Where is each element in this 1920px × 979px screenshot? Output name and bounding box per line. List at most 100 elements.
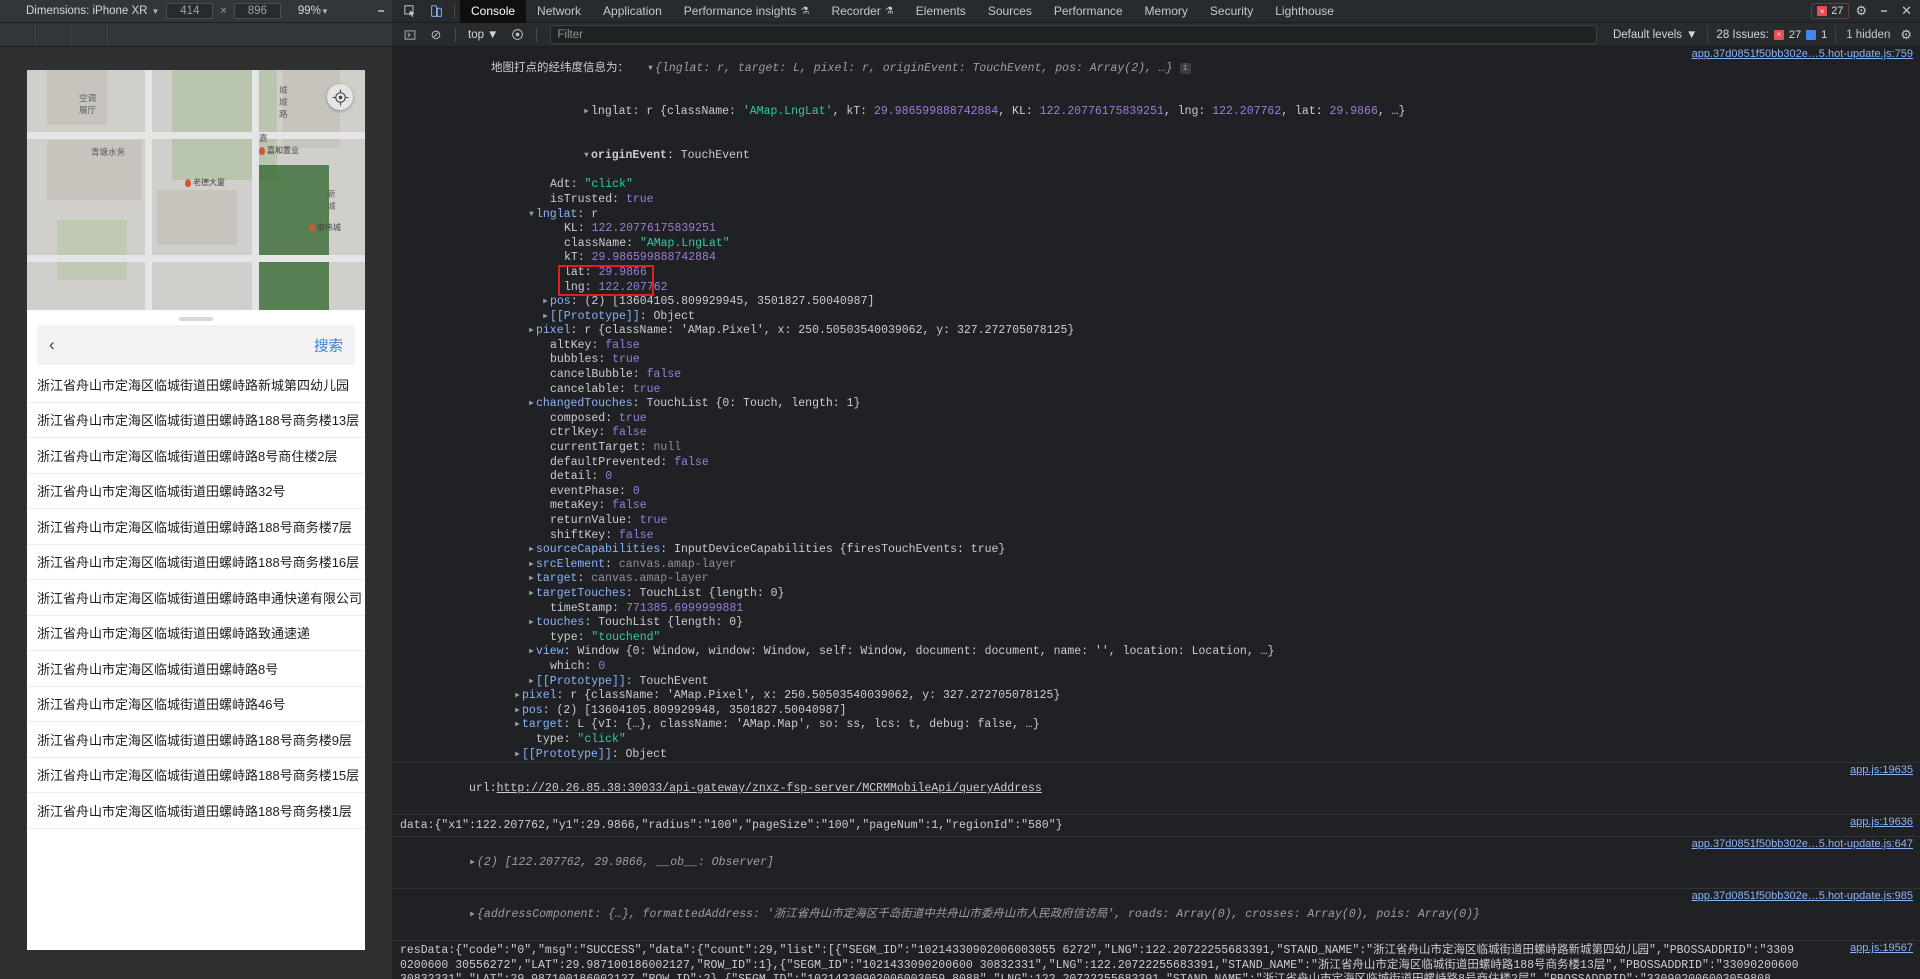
tab-performance[interactable]: Performance [1043, 0, 1134, 23]
console-row-originevent[interactable]: originEvent: TouchEvent [392, 135, 1920, 179]
tab-security[interactable]: Security [1199, 0, 1264, 23]
map-canvas[interactable]: 空调 展厅 青塘水务城城路嘉新城 老德大厦 嘉和置业 南伟城 [27, 70, 365, 310]
console-output-pane[interactable]: app.37d0851f50bb302e…5.hot-update.js:759… [392, 47, 1920, 979]
device-height-input[interactable] [233, 3, 281, 19]
expand-arrow-icon[interactable] [514, 718, 522, 733]
console-property-row[interactable]: view: Window {0: Window, window: Window,… [392, 645, 1920, 660]
console-filter-eye-icon[interactable] [505, 24, 529, 46]
tab-sources[interactable]: Sources [977, 0, 1043, 23]
address-list-item[interactable]: 浙江省舟山市定海区临城街道田螺峙路188号商务楼1层 [27, 793, 365, 829]
address-list-item[interactable]: 浙江省舟山市定海区临城街道田螺峙路新城第四幼儿园 [27, 367, 365, 403]
address-list-item[interactable]: 浙江省舟山市定海区临城街道田螺峙路8号商住楼2层 [27, 438, 365, 474]
expand-arrow-icon[interactable] [528, 543, 536, 558]
console-sidebar-toggle-icon[interactable] [398, 24, 422, 46]
expand-arrow-icon[interactable] [469, 855, 477, 870]
tab-performance-insights[interactable]: Performance insights ⚗ [673, 0, 821, 23]
console-property-row-highlighted[interactable]: lat: 29.9866 [392, 266, 1920, 281]
tab-lighthouse[interactable]: Lighthouse [1264, 0, 1345, 23]
issues-summary[interactable]: 28 Issues: × 27 1 [1707, 25, 1837, 44]
console-property-row[interactable]: currentTarget: null [392, 441, 1920, 456]
console-property-row[interactable]: pos: (2) [13604105.809929945, 3501827.50… [392, 295, 1920, 310]
console-property-row[interactable]: srcElement: canvas.amap-layer [392, 558, 1920, 573]
expand-arrow-icon[interactable] [528, 572, 536, 587]
console-property-row[interactable]: eventPhase: 0 [392, 485, 1920, 500]
tab-application[interactable]: Application [592, 0, 673, 23]
settings-gear-icon[interactable]: ⚙ [1855, 3, 1867, 19]
expand-arrow-icon[interactable] [528, 645, 536, 660]
source-link[interactable]: app.js:19636 [1850, 816, 1913, 828]
tab-network[interactable]: Network [526, 0, 592, 23]
address-list-item[interactable]: 浙江省舟山市定海区临城街道田螺峙路188号商务楼7层 [27, 509, 365, 545]
dimensions-label[interactable]: Dimensions: iPhone XR [26, 5, 147, 17]
expand-arrow-icon[interactable] [583, 105, 591, 120]
console-property-row[interactable]: [[Prototype]]: TouchEvent [392, 675, 1920, 690]
console-property-row[interactable]: sourceCapabilities: InputDeviceCapabilit… [392, 543, 1920, 558]
source-link[interactable]: app.js:19567 [1850, 942, 1913, 954]
tab-recorder[interactable]: Recorder ⚗ [820, 0, 904, 23]
expand-arrow-icon[interactable] [542, 295, 550, 310]
execution-context-select[interactable]: top ▼ [463, 29, 503, 41]
source-link[interactable]: app.js:19635 [1850, 764, 1913, 776]
console-property-row[interactable]: pixel: r {className: 'AMap.Pixel', x: 25… [392, 689, 1920, 704]
console-property-row[interactable]: isTrusted: true [392, 193, 1920, 208]
console-property-row[interactable]: timeStamp: 771385.6999999881 [392, 602, 1920, 617]
tab-console[interactable]: Console [460, 0, 527, 23]
expand-arrow-icon[interactable] [528, 208, 536, 223]
search-button[interactable]: 搜索 [314, 335, 343, 356]
console-property-row[interactable]: composed: true [392, 412, 1920, 427]
inspect-element-icon[interactable] [397, 0, 423, 22]
console-property-row[interactable]: className: "AMap.LngLat" [392, 237, 1920, 252]
devtools-more-options-icon[interactable] [1873, 9, 1895, 14]
clear-console-icon[interactable]: ⊘ [424, 24, 448, 46]
expand-arrow-icon[interactable] [647, 62, 655, 77]
console-property-row[interactable]: altKey: false [392, 339, 1920, 354]
console-property-row[interactable]: [[Prototype]]: Object [392, 748, 1920, 763]
console-filter-input[interactable]: Filter [550, 25, 1597, 44]
request-url-link[interactable]: http://20.26.85.38:30033/api-gateway/znx… [497, 782, 1042, 795]
console-settings-gear-icon[interactable]: ⚙ [1900, 27, 1920, 43]
console-property-row[interactable]: changedTouches: TouchList {0: Touch, len… [392, 397, 1920, 412]
console-property-row[interactable]: kT: 29.986599888742884 [392, 251, 1920, 266]
address-list-item[interactable]: 浙江省舟山市定海区临城街道田螺峙路188号商务楼16层 [27, 545, 365, 580]
expand-arrow-icon[interactable] [542, 310, 550, 325]
address-list-item[interactable]: 浙江省舟山市定海区临城街道田螺峙路188号商务楼13层 [27, 403, 365, 438]
console-property-row[interactable]: metaKey: false [392, 499, 1920, 514]
console-property-row[interactable]: shiftKey: false [392, 529, 1920, 544]
console-property-row[interactable]: touches: TouchList {length: 0} [392, 616, 1920, 631]
console-property-row[interactable]: pixel: r {className: 'AMap.Pixel', x: 25… [392, 324, 1920, 339]
console-property-row[interactable]: [[Prototype]]: Object [392, 310, 1920, 325]
console-property-row[interactable]: bubbles: true [392, 353, 1920, 368]
source-link[interactable]: app.37d0851f50bb302e…5.hot-update.js:985 [1692, 890, 1913, 902]
error-count-badge[interactable]: × 27 [1811, 3, 1850, 19]
console-property-row[interactable]: target: canvas.amap-layer [392, 572, 1920, 587]
address-list-item[interactable]: 浙江省舟山市定海区临城街道田螺峙路32号 [27, 474, 365, 509]
zoom-level-select[interactable]: 99% ▼ [298, 5, 329, 17]
console-row-lnglat-summary[interactable]: lnglat: r {className: 'AMap.LngLat', kT:… [392, 91, 1920, 135]
expand-arrow-icon[interactable] [528, 558, 536, 573]
tab-memory[interactable]: Memory [1134, 0, 1199, 23]
source-link[interactable]: app.37d0851f50bb302e…5.hot-update.js:759 [1692, 48, 1913, 60]
console-property-row[interactable]: target: L {vI: {…}, className: 'AMap.Map… [392, 718, 1920, 733]
console-property-row[interactable]: ctrlKey: false [392, 426, 1920, 441]
expand-arrow-icon[interactable] [528, 324, 536, 339]
console-property-row[interactable]: targetTouches: TouchList {length: 0} [392, 587, 1920, 602]
phone-viewport[interactable]: 空调 展厅 青塘水务城城路嘉新城 老德大厦 嘉和置业 南伟城 ‹ 搜索 浙江省舟… [27, 70, 365, 950]
toggle-device-toolbar-icon[interactable] [423, 0, 449, 22]
console-property-row[interactable]: Adt: "click" [392, 178, 1920, 193]
console-property-row[interactable]: KL: 122.20776175839251 [392, 222, 1920, 237]
log-level-select[interactable]: Default levels ▼ [1605, 29, 1705, 41]
tab-elements[interactable]: Elements [905, 0, 977, 23]
address-list-item[interactable]: 浙江省舟山市定海区临城街道田螺峙路188号商务楼9层 [27, 722, 365, 758]
address-list-item[interactable]: 浙江省舟山市定海区临城街道田螺峙路申通快递有限公司 [27, 580, 365, 616]
close-icon[interactable]: ✕ [1901, 3, 1912, 19]
console-property-row[interactable]: detail: 0 [392, 470, 1920, 485]
sheet-drag-handle[interactable] [179, 317, 213, 321]
expand-arrow-icon[interactable] [583, 149, 591, 164]
address-list-item[interactable]: 浙江省舟山市定海区临城街道田螺峙路46号 [27, 687, 365, 722]
expand-arrow-icon[interactable] [528, 675, 536, 690]
expand-arrow-icon[interactable] [514, 704, 522, 719]
console-property-row[interactable]: cancelBubble: false [392, 368, 1920, 383]
console-property-row[interactable]: pos: (2) [13604105.809929948, 3501827.50… [392, 704, 1920, 719]
console-property-row[interactable]: lnglat: r [392, 208, 1920, 223]
console-property-row-highlighted[interactable]: lng: 122.207762 [392, 281, 1920, 296]
